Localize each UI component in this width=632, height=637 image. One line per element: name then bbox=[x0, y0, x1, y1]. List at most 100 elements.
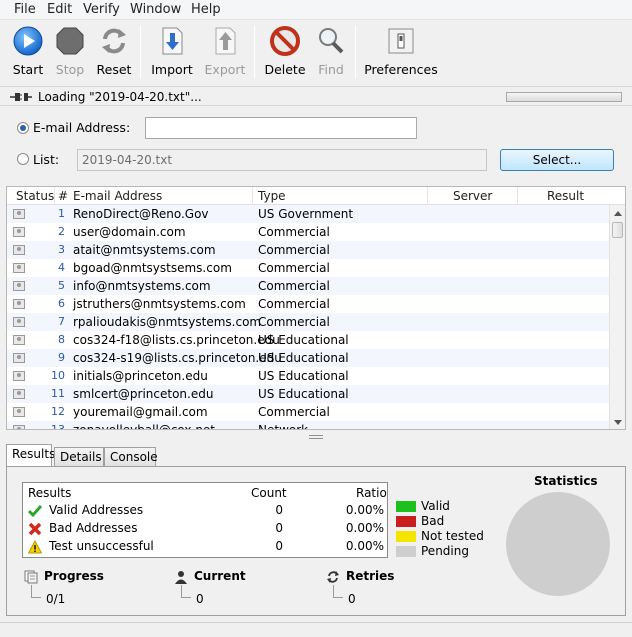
bottom-tabs: Results Details Console bbox=[6, 444, 626, 466]
table-row[interactable]: 4 bgoad@nmtsystsems.com Commercial bbox=[7, 259, 611, 277]
current-label: Current bbox=[194, 569, 246, 583]
retry-icon bbox=[327, 571, 339, 583]
column-email[interactable]: E-mail Address bbox=[73, 189, 162, 203]
count-header: Count bbox=[251, 486, 287, 500]
table-row[interactable]: 8 cos324-f18@lists.cs.princeton.edu US Edu… bbox=[7, 331, 611, 349]
table-row[interactable]: 6 jstruthers@nmtsystems.com Commercial bbox=[7, 295, 611, 313]
status-icon bbox=[13, 245, 25, 255]
legend-label: Not tested bbox=[421, 529, 484, 543]
tab-results[interactable]: Results bbox=[6, 444, 55, 466]
export-button[interactable]: Export bbox=[203, 26, 247, 77]
row-type: US Government bbox=[258, 207, 354, 221]
menu-help[interactable]: Help bbox=[191, 2, 221, 17]
tab-details[interactable]: Details bbox=[54, 447, 104, 466]
address-table: Status # E-mail Address Type Server Resu… bbox=[6, 186, 626, 430]
toolbar-separator bbox=[140, 26, 141, 78]
table-row[interactable]: 5 info@nmtsystems.com Commercial bbox=[7, 277, 611, 295]
reset-button[interactable]: Reset bbox=[94, 26, 134, 77]
stop-button[interactable]: Stop bbox=[52, 26, 88, 77]
list-radio[interactable] bbox=[17, 153, 29, 165]
column-divider bbox=[54, 187, 55, 205]
table-header: Status # E-mail Address Type Server Resu… bbox=[7, 187, 625, 205]
row-number: 5 bbox=[58, 279, 65, 292]
user-icon bbox=[175, 571, 187, 584]
menu-window[interactable]: Window bbox=[130, 2, 181, 17]
reset-label: Reset bbox=[96, 62, 132, 77]
import-button[interactable]: Import bbox=[150, 26, 194, 77]
import-label: Import bbox=[151, 62, 193, 77]
preferences-button[interactable]: Preferences bbox=[364, 26, 438, 77]
legend-swatch bbox=[396, 531, 416, 542]
table-row[interactable]: 7 rpalioudakis@nmtsystems.com Commercial bbox=[7, 313, 611, 331]
panel-splitter[interactable] bbox=[0, 432, 632, 442]
column-number[interactable]: # bbox=[58, 189, 68, 203]
export-label: Export bbox=[204, 62, 246, 77]
status-icon bbox=[13, 263, 25, 273]
scroll-down-icon[interactable] bbox=[614, 420, 622, 425]
tab-console[interactable]: Console bbox=[104, 447, 158, 466]
magnifier-icon bbox=[316, 26, 346, 56]
results-row-unsuccessful: Test unsuccessful 0 0.00% bbox=[23, 538, 387, 556]
result-name: Valid Addresses bbox=[49, 503, 144, 517]
row-type: US Educational bbox=[258, 351, 349, 365]
column-divider bbox=[517, 187, 518, 205]
find-label: Find bbox=[318, 62, 344, 77]
table-row[interactable]: 9 cos324-s19@lists.cs.princeton.edu US Edu… bbox=[7, 349, 611, 367]
current-value: 0 bbox=[196, 592, 204, 606]
status-icon bbox=[13, 335, 25, 345]
scroll-up-icon[interactable] bbox=[614, 211, 622, 216]
status-icon bbox=[13, 299, 25, 309]
table-row[interactable]: 1 RenoDirect@Reno.Gov US Government bbox=[7, 205, 611, 223]
row-number: 7 bbox=[58, 315, 65, 328]
start-button[interactable]: Start bbox=[8, 26, 48, 77]
export-icon bbox=[210, 26, 240, 56]
row-email: cos324-f18@lists.cs.princeton.edu bbox=[73, 333, 280, 347]
legend-label: Valid bbox=[421, 499, 450, 513]
status-icon bbox=[13, 389, 25, 399]
menu-verify[interactable]: Verify bbox=[83, 2, 120, 17]
status-icon bbox=[13, 425, 25, 429]
row-email: RenoDirect@Reno.Gov bbox=[73, 207, 209, 221]
table-body: 1 RenoDirect@Reno.Gov US Government 2 user@d… bbox=[7, 205, 611, 430]
list-file-field: 2019-04-20.txt bbox=[77, 149, 487, 171]
column-server[interactable]: Server bbox=[453, 189, 492, 203]
table-row[interactable]: 10 initials@princeton.edu US Educational bbox=[7, 367, 611, 385]
results-header: Results bbox=[28, 486, 72, 500]
menu-edit[interactable]: Edit bbox=[47, 2, 72, 17]
select-button[interactable]: Select... bbox=[500, 149, 614, 171]
row-email: zonavolleyball@cox.net bbox=[73, 423, 216, 430]
row-type: Commercial bbox=[258, 297, 330, 311]
results-row-bad: Bad Addresses 0 0.00% bbox=[23, 520, 387, 538]
tree-connector bbox=[333, 585, 343, 598]
toolbar-separator bbox=[254, 26, 255, 78]
toolbar: Start Stop Reset Import Export Delete Fi… bbox=[0, 20, 632, 86]
column-type[interactable]: Type bbox=[258, 189, 286, 203]
column-status[interactable]: Status bbox=[16, 189, 54, 203]
menu-file[interactable]: File bbox=[14, 2, 36, 17]
delete-button[interactable]: Delete bbox=[264, 26, 306, 77]
delete-icon bbox=[270, 26, 300, 56]
table-row[interactable]: 3 atait@nmtsystems.com Commercial bbox=[7, 241, 611, 259]
legend-label: Bad bbox=[421, 514, 445, 528]
result-name: Test unsuccessful bbox=[49, 539, 154, 553]
table-row[interactable]: 13 zonavolleyball@cox.net Network bbox=[7, 421, 611, 430]
plug-icon bbox=[10, 93, 32, 101]
find-button[interactable]: Find bbox=[315, 26, 347, 77]
email-address-radio[interactable] bbox=[17, 122, 29, 134]
row-number: 12 bbox=[51, 405, 65, 418]
row-type: US Educational bbox=[258, 369, 349, 383]
check-icon bbox=[28, 505, 42, 518]
column-result[interactable]: Result bbox=[547, 189, 584, 203]
status-icon bbox=[13, 407, 25, 417]
row-number: 11 bbox=[51, 387, 65, 400]
table-row[interactable]: 11 smlcert@princeton.edu US Educational bbox=[7, 385, 611, 403]
row-email: bgoad@nmtsystsems.com bbox=[73, 261, 232, 275]
email-address-input[interactable] bbox=[145, 117, 417, 139]
result-ratio: 0.00% bbox=[345, 521, 384, 535]
table-row[interactable]: 2 user@domain.com Commercial bbox=[7, 223, 611, 241]
scroll-thumb[interactable] bbox=[612, 222, 623, 238]
loading-progress-bar bbox=[506, 92, 622, 102]
table-scrollbar[interactable] bbox=[609, 205, 625, 429]
row-number: 2 bbox=[58, 225, 65, 238]
table-row[interactable]: 12 youremail@gmail.com Commercial bbox=[7, 403, 611, 421]
